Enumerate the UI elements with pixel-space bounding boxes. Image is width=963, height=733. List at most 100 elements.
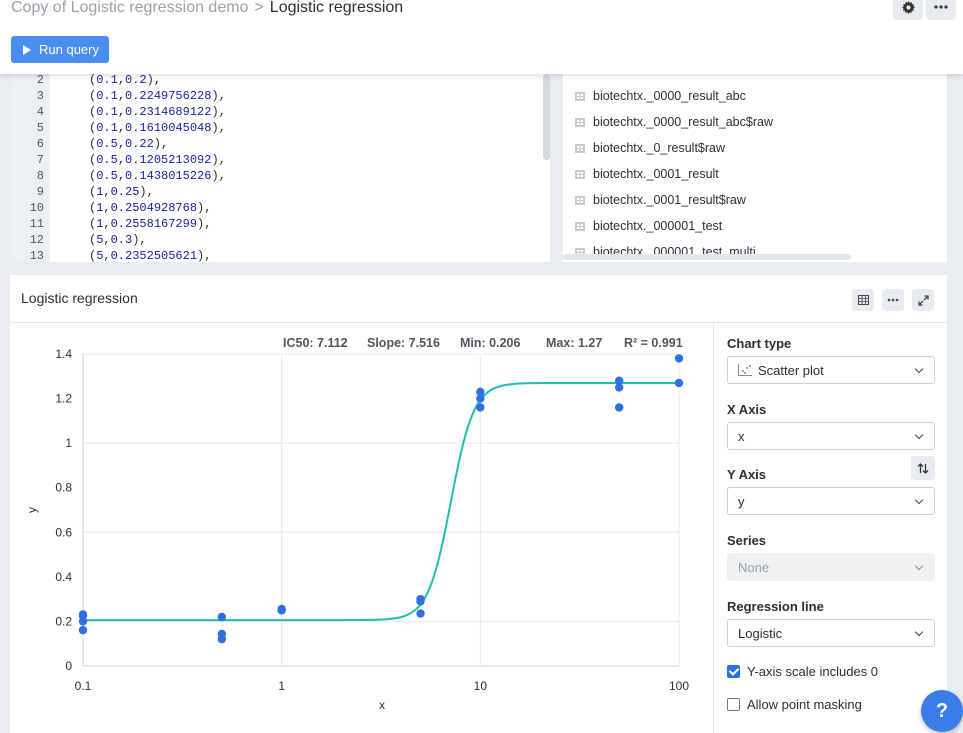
sql-editor[interactable]: 2 (0.1,0.2), 3 (0.1,0.2249756228), 4 (0.1,0.2… — [10, 74, 550, 262]
code-line: 13 (5,0.2352505621), — [10, 248, 550, 262]
table-list-item[interactable]: biotechtx._0001_result$raw — [575, 190, 746, 210]
code-y: 0.1610045048 — [125, 121, 212, 135]
code-text: (5,0.2352505621), — [89, 249, 212, 262]
stat-r2: R² = 0.991 — [624, 336, 683, 350]
code-line: 4 (0.1,0.2314689122), — [10, 104, 550, 120]
data-point[interactable] — [476, 387, 485, 397]
page-title: Logistic regression — [269, 0, 404, 16]
code-text: (0.5,0.1438015226), — [89, 169, 226, 183]
data-point[interactable] — [674, 354, 684, 363]
code-y: 0.1438015226 — [125, 169, 212, 183]
code-y: 0.2558167299 — [110, 217, 198, 231]
chevron-down-icon — [914, 430, 924, 440]
line-number: 13 — [29, 249, 44, 262]
expand-button[interactable] — [912, 289, 934, 311]
x-axis-select[interactable]: x — [727, 422, 935, 450]
code-line: 12 (5,0.3), — [10, 232, 550, 248]
chart-type-select[interactable]: Scatter plot — [727, 356, 935, 384]
table-list-item[interactable]: biotechtx._0001_result — [575, 164, 719, 184]
data-point[interactable] — [78, 625, 88, 635]
y-tick-label: 1 — [65, 436, 72, 450]
code-y: 0.22 — [125, 137, 154, 151]
allow-masking-row[interactable]: Allow point masking — [727, 697, 862, 712]
code-y: 0.2249756228 — [125, 89, 212, 103]
table-list-item[interactable]: biotechtx._0000_result_abc — [575, 86, 746, 106]
table-list-item[interactable]: biotechtx._0_result$raw — [575, 138, 725, 158]
data-point[interactable] — [277, 604, 286, 614]
allow-masking-checkbox[interactable] — [727, 698, 740, 711]
regression-line-select[interactable]: Logistic — [727, 619, 935, 647]
y-includes-zero-label: Y-axis scale includes 0 — [747, 664, 879, 679]
run-query-label: Run query — [39, 42, 99, 57]
code-line: 10 (1,0.2504928768), — [10, 200, 550, 216]
swap-axes-button[interactable] — [911, 456, 935, 480]
table-list-panel: biotechtx._0000_result_abc biotechtx._000… — [563, 74, 947, 262]
code-y: 0.2314689122 — [125, 105, 212, 119]
chevron-down-icon — [914, 561, 924, 571]
settings-button[interactable] — [893, 0, 923, 20]
code-text: (1,0.2558167299), — [89, 217, 212, 231]
stat-max: Max: 1.27 — [546, 336, 602, 350]
data-point[interactable] — [614, 403, 624, 412]
code-text: (1,0.25), — [89, 185, 154, 199]
regression-line-value: Logistic — [738, 625, 783, 641]
top-bar: Copy of Logistic regression demo > Logisti… — [0, 0, 963, 74]
data-point[interactable] — [416, 609, 425, 618]
data-point[interactable] — [416, 597, 425, 606]
x-tick-label: 0.1 — [75, 679, 92, 693]
code-line: 3 (0.1,0.2249756228), — [10, 88, 550, 104]
allow-masking-label: Allow point masking — [747, 697, 862, 712]
editor-scrollbar[interactable] — [543, 74, 550, 160]
panel-more-button[interactable] — [882, 289, 904, 311]
regression-line-label: Regression line — [727, 599, 824, 614]
more-options-button[interactable] — [926, 0, 956, 20]
chevron-down-icon — [914, 495, 924, 505]
code-line: 2 (0.1,0.2), — [10, 74, 550, 88]
series-select[interactable]: None — [727, 553, 935, 581]
y-tick-label: 0.8 — [55, 481, 72, 495]
table-list-item[interactable]: biotechtx._0000_result_abc$raw — [575, 112, 773, 132]
code-x: 0.5 — [96, 153, 118, 167]
run-query-button[interactable]: Run query — [11, 36, 109, 63]
code-y: 0.2 — [125, 74, 147, 87]
line-number: 12 — [29, 233, 44, 247]
y-axis-select[interactable]: y — [727, 487, 935, 515]
line-number: 2 — [36, 74, 44, 87]
data-point[interactable] — [476, 403, 485, 412]
chevron-down-icon — [914, 364, 924, 374]
code-x: 5 — [96, 233, 104, 247]
x-axis-value: x — [738, 428, 745, 444]
stat-slope: Slope: 7.516 — [367, 336, 440, 350]
y-includes-zero-checkbox[interactable] — [727, 665, 740, 678]
data-point[interactable] — [78, 610, 88, 619]
code-line: 7 (0.5,0.1205213092), — [10, 152, 550, 168]
data-point[interactable] — [614, 376, 624, 385]
help-button[interactable]: ? — [921, 690, 963, 732]
code-x: 0.1 — [96, 105, 118, 119]
code-text: (0.1,0.2), — [89, 74, 162, 87]
table-list-item[interactable]: biotechtx._000001_test — [575, 216, 722, 236]
code-x: 1 — [96, 217, 104, 231]
table-view-button[interactable] — [852, 289, 874, 311]
stat-min: Min: 0.206 — [460, 336, 520, 350]
data-point[interactable] — [674, 378, 684, 388]
y-tick-label: 0.6 — [55, 525, 72, 539]
scatter-plot-icon — [738, 364, 752, 376]
table-icon — [575, 195, 585, 205]
chevron-down-icon — [914, 627, 924, 637]
table-name: biotechtx._000001_test — [593, 219, 723, 233]
data-point[interactable] — [217, 629, 227, 639]
y-tick-label: 0 — [65, 659, 72, 673]
breadcrumb: Copy of Logistic regression demo > Logisti… — [11, 0, 403, 18]
table-list-scrollbar[interactable] — [563, 254, 851, 260]
breadcrumb-parent-link[interactable]: Copy of Logistic regression demo — [11, 0, 248, 16]
y-includes-zero-row[interactable]: Y-axis scale includes 0 — [727, 664, 878, 679]
code-y: 0.25 — [110, 185, 140, 199]
code-y: 0.2352505621 — [110, 249, 198, 262]
code-text: (0.1,0.1610045048), — [89, 121, 226, 135]
x-tick-label: 1 — [278, 679, 285, 693]
table-icon — [575, 221, 585, 231]
data-point[interactable] — [217, 612, 227, 622]
code-y: 0.3 — [110, 233, 133, 247]
breadcrumb-separator-icon: > — [254, 0, 264, 16]
